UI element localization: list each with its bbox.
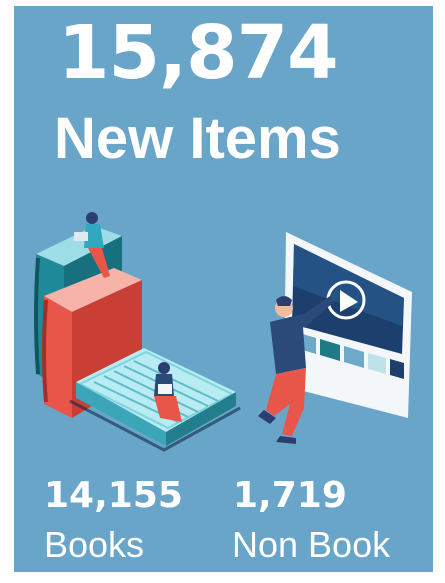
stacked-books-icon (34, 226, 241, 452)
total-items-label: New Items (54, 106, 341, 171)
total-items-number: 15,874 (58, 10, 339, 96)
infographic-panel: 15,874 New Items 14,155 Books 1,719 Non … (14, 6, 433, 572)
library-illustration (34, 212, 412, 452)
books-label: Books (44, 524, 145, 565)
non-book-label: Non Book (232, 524, 391, 565)
non-book-count: 1,719 (233, 475, 347, 516)
books-count: 14,155 (44, 475, 183, 516)
